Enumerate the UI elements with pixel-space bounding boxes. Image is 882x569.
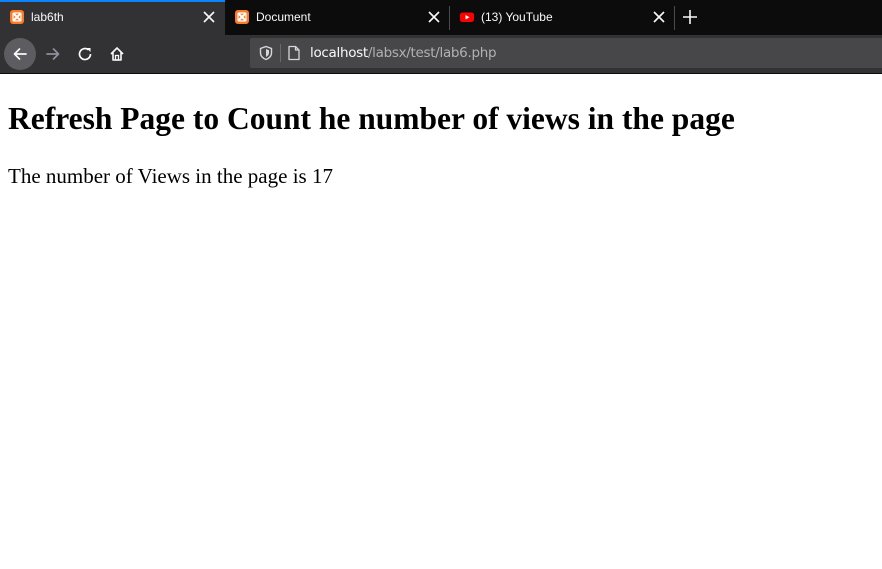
reload-button[interactable] (69, 38, 101, 70)
page-info-icon[interactable] (287, 45, 301, 61)
url-bar-divider (280, 44, 281, 62)
url-path: /labsx/test/lab6.php (367, 45, 497, 61)
arrow-right-icon (46, 48, 60, 60)
xampp-icon (10, 10, 24, 24)
tab-youtube[interactable]: (13) YouTube (450, 0, 675, 35)
navigation-toolbar: localhost/labsx/test/lab6.php (0, 35, 882, 74)
active-tab-indicator (0, 0, 225, 2)
tab-title: Document (256, 10, 311, 24)
page-content: Refresh Page to Count he number of views… (0, 74, 882, 569)
reload-icon (78, 47, 92, 61)
shield-icon[interactable] (258, 45, 274, 61)
new-tab-plus-icon[interactable] (681, 8, 699, 26)
home-icon (110, 47, 124, 61)
tab-title: lab6th (31, 10, 64, 24)
url-bar[interactable]: localhost/labsx/test/lab6.php (250, 38, 882, 68)
close-icon[interactable] (203, 11, 215, 23)
close-icon[interactable] (428, 11, 440, 23)
tab-strip: lab6th Document (13) YouTube (0, 0, 882, 35)
forward-button[interactable] (37, 38, 69, 70)
close-icon[interactable] (653, 11, 665, 23)
page-heading: Refresh Page to Count he number of views… (8, 101, 735, 136)
arrow-left-icon (13, 48, 27, 60)
url-host: localhost (310, 45, 368, 61)
url-text[interactable]: localhost/labsx/test/lab6.php (310, 45, 497, 61)
youtube-icon (460, 12, 474, 22)
tab-title: (13) YouTube (481, 10, 553, 24)
back-button[interactable] (4, 38, 36, 70)
xampp-icon (235, 10, 249, 24)
home-button[interactable] (101, 38, 133, 70)
views-count-text: The number of Views in the page is 17 (8, 164, 333, 188)
tab-separator (674, 6, 675, 30)
tab-lab6th[interactable]: lab6th (0, 0, 225, 35)
tab-document[interactable]: Document (225, 0, 450, 35)
